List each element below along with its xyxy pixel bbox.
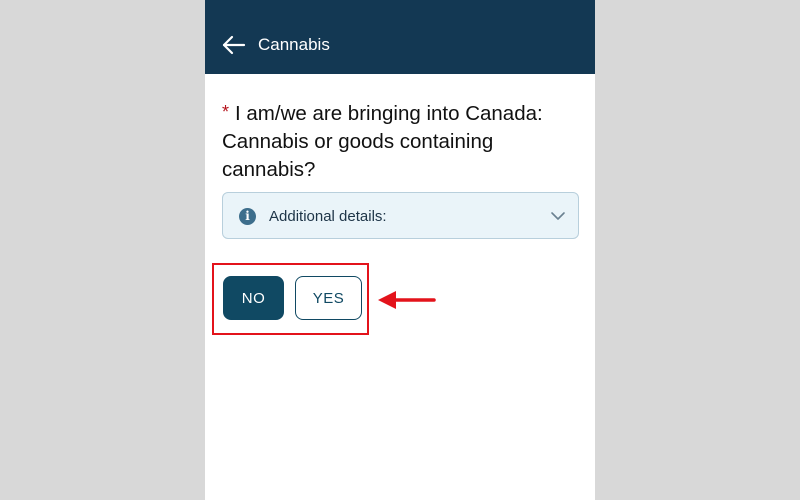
arrow-left-icon [222, 35, 246, 55]
chevron-down-icon [550, 210, 566, 222]
additional-details-accordion[interactable]: i Additional details: [222, 192, 579, 239]
back-button[interactable] [221, 34, 247, 56]
question-text-block: * I am/we are bringing into Canada: Canna… [222, 98, 582, 184]
page-title: Cannabis [258, 35, 330, 54]
annotation-arrow-left-icon [378, 290, 436, 310]
question-text: I am/we are bringing into Canada: Cannab… [222, 102, 543, 181]
info-icon: i [239, 208, 256, 225]
annotation-highlight-box [212, 263, 369, 335]
app-header: Cannabis [205, 0, 595, 74]
required-mark: * [222, 102, 230, 122]
phone-screen: Cannabis * I am/we are bringing into Cana… [205, 0, 595, 500]
additional-details-label: Additional details: [269, 208, 387, 225]
